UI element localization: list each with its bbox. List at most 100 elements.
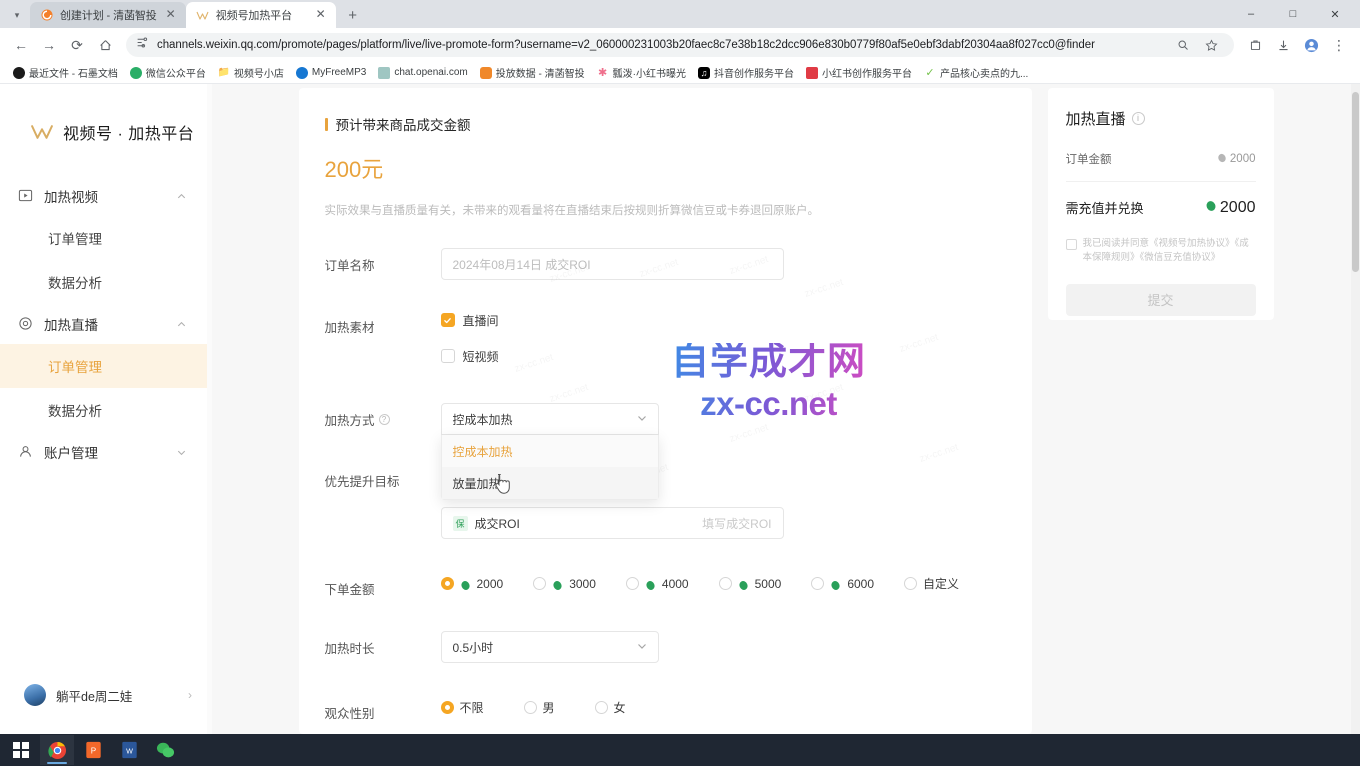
main-area: zx-cc.net zx-cc.net zx-cc.net zx-cc.net … — [212, 84, 1360, 734]
downloads-icon[interactable] — [1270, 32, 1296, 58]
bookmark-star-icon[interactable] — [1198, 32, 1224, 58]
taskbar-pdf-icon[interactable]: P — [76, 735, 110, 765]
radio-amount-3000[interactable]: 3000 — [533, 577, 596, 591]
vertical-scrollbar[interactable] — [1351, 84, 1360, 734]
info-icon[interactable]: i — [1132, 112, 1145, 125]
radio-amount-5000[interactable]: 5000 — [719, 577, 782, 591]
radio-amount-2000[interactable]: 2000 — [441, 577, 504, 591]
radio-amount-custom[interactable]: 自定义 — [904, 575, 959, 592]
browser-tab-2[interactable]: 视频号加热平台 ✕ — [186, 2, 336, 28]
menu-icon[interactable]: ⋮ — [1326, 32, 1352, 58]
form-label: 订单名称 — [325, 248, 441, 274]
zoom-icon[interactable] — [1170, 32, 1196, 58]
maximize-button[interactable]: □ — [1272, 0, 1314, 28]
new-tab-button[interactable]: + — [340, 2, 366, 28]
submit-button[interactable]: 提交 — [1066, 284, 1256, 316]
site-settings-icon[interactable] — [136, 36, 149, 54]
taskbar-wechat-icon[interactable] — [148, 735, 182, 765]
agreement-row[interactable]: 我已阅读并同意《视频号加热协议》《成本保障规则》《微信豆充值协议》 — [1066, 237, 1256, 266]
radio-unchecked-icon[interactable] — [626, 577, 639, 590]
chevron-right-icon[interactable]: › — [188, 688, 192, 702]
minimize-button[interactable]: – — [1230, 0, 1272, 28]
user-name: 躺平de周二娃 — [56, 686, 178, 705]
radio-checked-icon[interactable] — [441, 577, 454, 590]
chevron-down-icon[interactable] — [636, 412, 648, 427]
help-icon[interactable]: ? — [379, 414, 390, 425]
form-row-gender: 观众性别 不限 男 — [299, 696, 1032, 722]
bookmark-item[interactable]: 最近文件 - 石墨文档 — [8, 63, 123, 82]
close-icon[interactable]: ✕ — [314, 8, 328, 22]
sidebar-item-live-orders[interactable]: 订单管理 — [0, 344, 212, 388]
sidebar-group-account[interactable]: 账户管理 — [0, 432, 212, 472]
scrollbar-thumb[interactable] — [1352, 92, 1359, 272]
sidebar-item-video-analytics[interactable]: 数据分析 — [0, 260, 212, 304]
agreement-checkbox[interactable] — [1066, 239, 1077, 250]
roi-input-placeholder[interactable]: 填写成交ROI — [702, 515, 771, 532]
reload-icon[interactable]: ⟳ — [64, 32, 90, 58]
section-title-text: 预计带来商品成交金额 — [336, 114, 471, 134]
tab-search-icon[interactable]: ▾ — [4, 2, 30, 28]
sidebar-group-live[interactable]: 加热直播 — [0, 304, 212, 344]
sidebar-user[interactable]: 躺平de周二娃 › — [0, 684, 212, 706]
bookmark-item[interactable]: MyFreeMP3 — [291, 65, 371, 81]
page-content: 视频号 · 加热平台 加热视频 订单管理 数据分析 — [0, 84, 1360, 734]
close-window-button[interactable]: ✕ — [1314, 0, 1356, 28]
address-bar[interactable]: channels.weixin.qq.com/promote/pages/pla… — [126, 33, 1234, 57]
radio-label: 自定义 — [923, 575, 959, 592]
radio-amount-4000[interactable]: 4000 — [626, 577, 689, 591]
bookmark-item[interactable]: 投放数据 - 清菡智投 — [475, 63, 590, 82]
chevron-up-icon[interactable] — [176, 318, 188, 330]
checkbox-unchecked-icon[interactable] — [441, 349, 455, 363]
boost-mode-value: 控成本加热 — [453, 411, 513, 428]
bookmark-item[interactable]: ✱瓢泼·小红书曝光 — [592, 63, 691, 82]
checkbox-live[interactable]: 直播间 — [441, 310, 1032, 330]
back-icon[interactable]: ← — [8, 32, 34, 58]
duration-select[interactable]: 0.5小时 — [441, 631, 659, 663]
radio-amount-6000[interactable]: 6000 — [811, 577, 874, 591]
radio-checked-icon[interactable] — [441, 701, 454, 714]
forward-icon[interactable]: → — [36, 32, 62, 58]
extensions-icon[interactable] — [1242, 32, 1268, 58]
start-button[interactable] — [4, 735, 38, 765]
radio-unchecked-icon[interactable] — [595, 701, 608, 714]
radio-unchecked-icon[interactable] — [719, 577, 732, 590]
home-icon[interactable] — [92, 32, 118, 58]
radio-unchecked-icon[interactable] — [533, 577, 546, 590]
sidebar-item-video-orders[interactable]: 订单管理 — [0, 216, 212, 260]
form-label: 加热方式 ? — [325, 403, 441, 429]
radio-gender-female[interactable]: 女 — [595, 699, 626, 716]
sidebar-group-video[interactable]: 加热视频 — [0, 176, 212, 216]
roi-input-row[interactable]: 保 成交ROI 填写成交ROI — [441, 507, 784, 539]
bookmark-item[interactable]: ♫抖音创作服务平台 — [693, 63, 799, 82]
sidebar-item-live-analytics[interactable]: 数据分析 — [0, 388, 212, 432]
radio-gender-any[interactable]: 不限 — [441, 699, 484, 716]
taskbar-chrome-icon[interactable] — [40, 735, 74, 765]
checkbox-checked-icon[interactable] — [441, 313, 455, 327]
dropdown-option-max-volume[interactable]: 放量加热 — [442, 467, 658, 499]
dropdown-option-cost-control[interactable]: 控成本加热 — [442, 435, 658, 467]
radio-unchecked-icon[interactable] — [524, 701, 537, 714]
chevron-up-icon[interactable] — [176, 190, 188, 202]
browser-tab-1[interactable]: 创建计划 - 清菡智投 ✕ — [30, 2, 186, 28]
bookmark-item[interactable]: 📁视频号小店 — [213, 63, 289, 82]
chevron-down-icon[interactable] — [636, 640, 648, 655]
close-icon[interactable]: ✕ — [164, 8, 178, 22]
radio-gender-male[interactable]: 男 — [524, 699, 555, 716]
bookmark-item[interactable]: chat.openai.com — [373, 65, 472, 81]
checkbox-shortvideo[interactable]: 短视频 — [441, 346, 1032, 366]
boost-mode-select[interactable]: 控成本加热 — [441, 403, 659, 435]
taskbar-office-icon[interactable]: W — [112, 735, 146, 765]
bookmark-item[interactable]: 小红书创作服务平台 — [801, 63, 917, 82]
radio-unchecked-icon[interactable] — [904, 577, 917, 590]
radio-unchecked-icon[interactable] — [811, 577, 824, 590]
bookmark-item[interactable]: 微信公众平台 — [125, 63, 211, 82]
tab-strip: ▾ 创建计划 - 清菡智投 ✕ 视频号加热平台 ✕ + – □ ✕ — [0, 0, 1360, 28]
order-name-input[interactable]: 2024年08月14日 成交ROI — [441, 248, 784, 280]
bookmark-item[interactable]: ✓产品核心卖点的九... — [919, 63, 1033, 82]
checkbox-label: 直播间 — [463, 312, 499, 329]
profile-icon[interactable] — [1298, 32, 1324, 58]
sidebar-group-label: 加热直播 — [44, 314, 166, 334]
wechat-icon — [130, 67, 142, 79]
chevron-down-icon[interactable] — [176, 446, 188, 458]
agreement-text[interactable]: 我已阅读并同意《视频号加热协议》《成本保障规则》《微信豆充值协议》 — [1083, 237, 1256, 266]
